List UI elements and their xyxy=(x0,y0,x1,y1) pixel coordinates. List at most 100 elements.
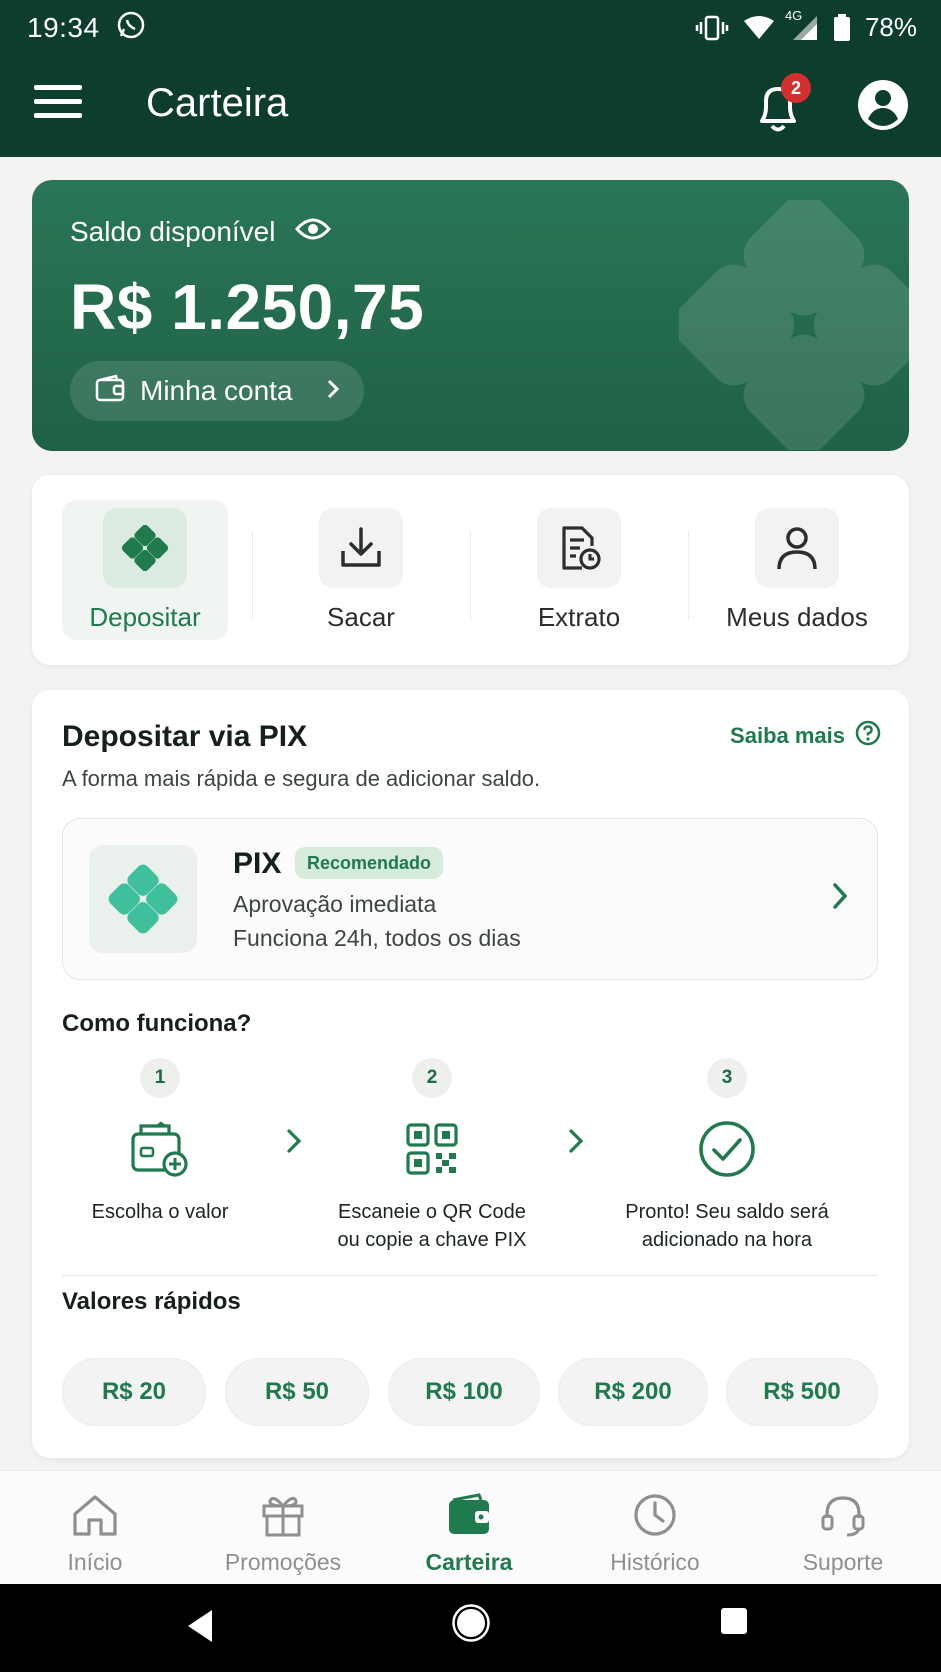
pix-approval-text: Aprovação imediata xyxy=(233,891,437,917)
my-data-label: Meus dados xyxy=(726,602,868,632)
wallet-icon xyxy=(94,373,126,409)
gift-icon xyxy=(208,1489,358,1541)
system-navigation-bar xyxy=(0,1584,941,1672)
menu-icon-line xyxy=(34,99,82,104)
step-text-line: Escolha o valor xyxy=(91,1201,229,1223)
step-text: Escaneie o QR Code ou copie a chave PIX xyxy=(332,1198,532,1254)
pix-section-title: Depositar via PIX xyxy=(62,720,308,753)
back-button[interactable] xyxy=(184,1606,216,1651)
step-text: Escolha o valor xyxy=(60,1198,260,1226)
menu-button[interactable] xyxy=(34,85,82,125)
divider xyxy=(252,530,253,620)
my-data-action[interactable]: Meus dados xyxy=(714,500,880,640)
pix-availability-text: Funciona 24h, todos os dias xyxy=(233,925,521,951)
nav-item-inicio[interactable]: Início xyxy=(20,1489,170,1576)
statement-action[interactable]: Extrato xyxy=(496,500,662,640)
recents-icon xyxy=(721,1608,747,1634)
profile-button[interactable] xyxy=(857,79,909,131)
balance-label: Saldo disponível xyxy=(70,216,276,247)
qr-code-icon xyxy=(397,1114,467,1184)
nav-item-carteira[interactable]: Carteira xyxy=(394,1489,544,1576)
step-3: 3 Pronto! Seu saldo será adicionado na h… xyxy=(602,1058,852,1254)
battery-icon xyxy=(833,13,851,42)
pix-logo xyxy=(89,845,197,953)
home-icon xyxy=(20,1489,170,1541)
balance-value: R$ 1.250,75 xyxy=(70,271,425,343)
step-text: Pronto! Seu saldo será adicionado na hor… xyxy=(602,1198,852,1254)
nav-label: Histórico xyxy=(610,1549,700,1575)
check-circle-icon xyxy=(692,1114,762,1184)
home-button[interactable] xyxy=(452,1604,490,1647)
pix-subtitle: A forma mais rápida e segura de adiciona… xyxy=(62,766,541,791)
quick-actions-card: Depositar Sacar Extrato Meus dados xyxy=(32,475,909,665)
pix-deposit-card: Depositar via PIX Saiba mais A forma mai… xyxy=(32,690,909,1458)
withdraw-action[interactable]: Sacar xyxy=(278,500,444,640)
pix-icon xyxy=(108,864,178,934)
quick-value-button[interactable]: R$ 50 xyxy=(225,1358,369,1426)
nav-label: Início xyxy=(67,1549,123,1575)
battery-level: 78% xyxy=(864,12,917,42)
quick-value-button[interactable]: R$ 20 xyxy=(62,1358,206,1426)
chevron-right-icon xyxy=(831,881,849,916)
divider xyxy=(688,530,689,620)
nav-item-promocoes[interactable]: Promoções xyxy=(208,1489,358,1576)
step-text-line: Pronto! Seu saldo será xyxy=(625,1201,829,1223)
person-icon xyxy=(755,508,839,588)
step-2: 2 Escaneie o QR Code ou copie a chave PI… xyxy=(332,1058,532,1254)
page-title: Carteira xyxy=(146,81,289,125)
my-account-button[interactable]: Minha conta xyxy=(70,361,364,421)
clock-icon xyxy=(580,1489,730,1541)
network-type: 4G xyxy=(784,7,803,23)
learn-more-label: Saiba mais xyxy=(730,723,845,748)
vibrate-icon xyxy=(695,14,729,42)
quick-value-button[interactable]: R$ 500 xyxy=(726,1358,878,1426)
wallet-add-icon xyxy=(125,1114,195,1184)
download-icon xyxy=(319,508,403,588)
quick-values-title: Valores rápidos xyxy=(62,1288,241,1315)
step-number: 3 xyxy=(707,1058,747,1098)
step-text-line: Escaneie o QR Code xyxy=(338,1201,526,1223)
step-text-line: ou copie a chave PIX xyxy=(337,1229,527,1251)
eye-icon[interactable] xyxy=(295,216,332,248)
deposit-action[interactable]: Depositar xyxy=(62,500,228,640)
status-time: 19:34 xyxy=(27,11,100,43)
quick-value-button[interactable]: R$ 100 xyxy=(388,1358,540,1426)
status-bar: 19:34 4G 78% xyxy=(0,0,941,55)
menu-icon-line xyxy=(34,85,82,90)
quick-value-button[interactable]: R$ 200 xyxy=(558,1358,708,1426)
deposit-label: Depositar xyxy=(89,602,201,632)
recommended-badge: Recomendado xyxy=(295,847,444,879)
notification-badge: 2 xyxy=(781,73,811,103)
pix-option-name: PIX xyxy=(233,847,282,880)
withdraw-label: Sacar xyxy=(327,602,395,632)
back-icon xyxy=(188,1610,212,1642)
wifi-icon xyxy=(743,15,775,41)
app-bar: Carteira 2 xyxy=(0,55,941,157)
account-icon xyxy=(858,80,908,130)
how-it-works-title: Como funciona? xyxy=(62,1010,252,1037)
balance-card: Saldo disponível R$ 1.250,75 Minha conta xyxy=(32,180,909,451)
step-number: 2 xyxy=(412,1058,452,1098)
statement-icon xyxy=(537,508,621,588)
pix-icon xyxy=(103,508,187,588)
nav-label: Promoções xyxy=(224,1549,342,1575)
divider xyxy=(62,1275,878,1276)
balance-label-row: Saldo disponível xyxy=(70,216,332,248)
divider xyxy=(470,530,471,620)
pix-option[interactable]: PIX Recomendado Aprovação imediata Funci… xyxy=(62,818,878,980)
learn-more-link[interactable]: Saiba mais xyxy=(730,720,881,752)
bottom-navigation: Início Promoções Carteira Histórico Supo… xyxy=(0,1470,941,1584)
headset-icon xyxy=(768,1489,918,1541)
nav-item-historico[interactable]: Histórico xyxy=(580,1489,730,1576)
wallet-icon xyxy=(394,1489,544,1541)
recents-button[interactable] xyxy=(719,1606,749,1641)
nav-item-suporte[interactable]: Suporte xyxy=(768,1489,918,1576)
help-icon xyxy=(855,720,881,752)
pix-watermark-icon xyxy=(679,200,909,450)
my-account-label: Minha conta xyxy=(140,375,293,406)
menu-icon-line xyxy=(34,113,82,118)
step-text-line: adicionado na hora xyxy=(641,1229,813,1251)
step-number: 1 xyxy=(140,1058,180,1098)
cell-signal-icon: 4G xyxy=(785,8,819,42)
home-circle-icon xyxy=(452,1604,490,1642)
